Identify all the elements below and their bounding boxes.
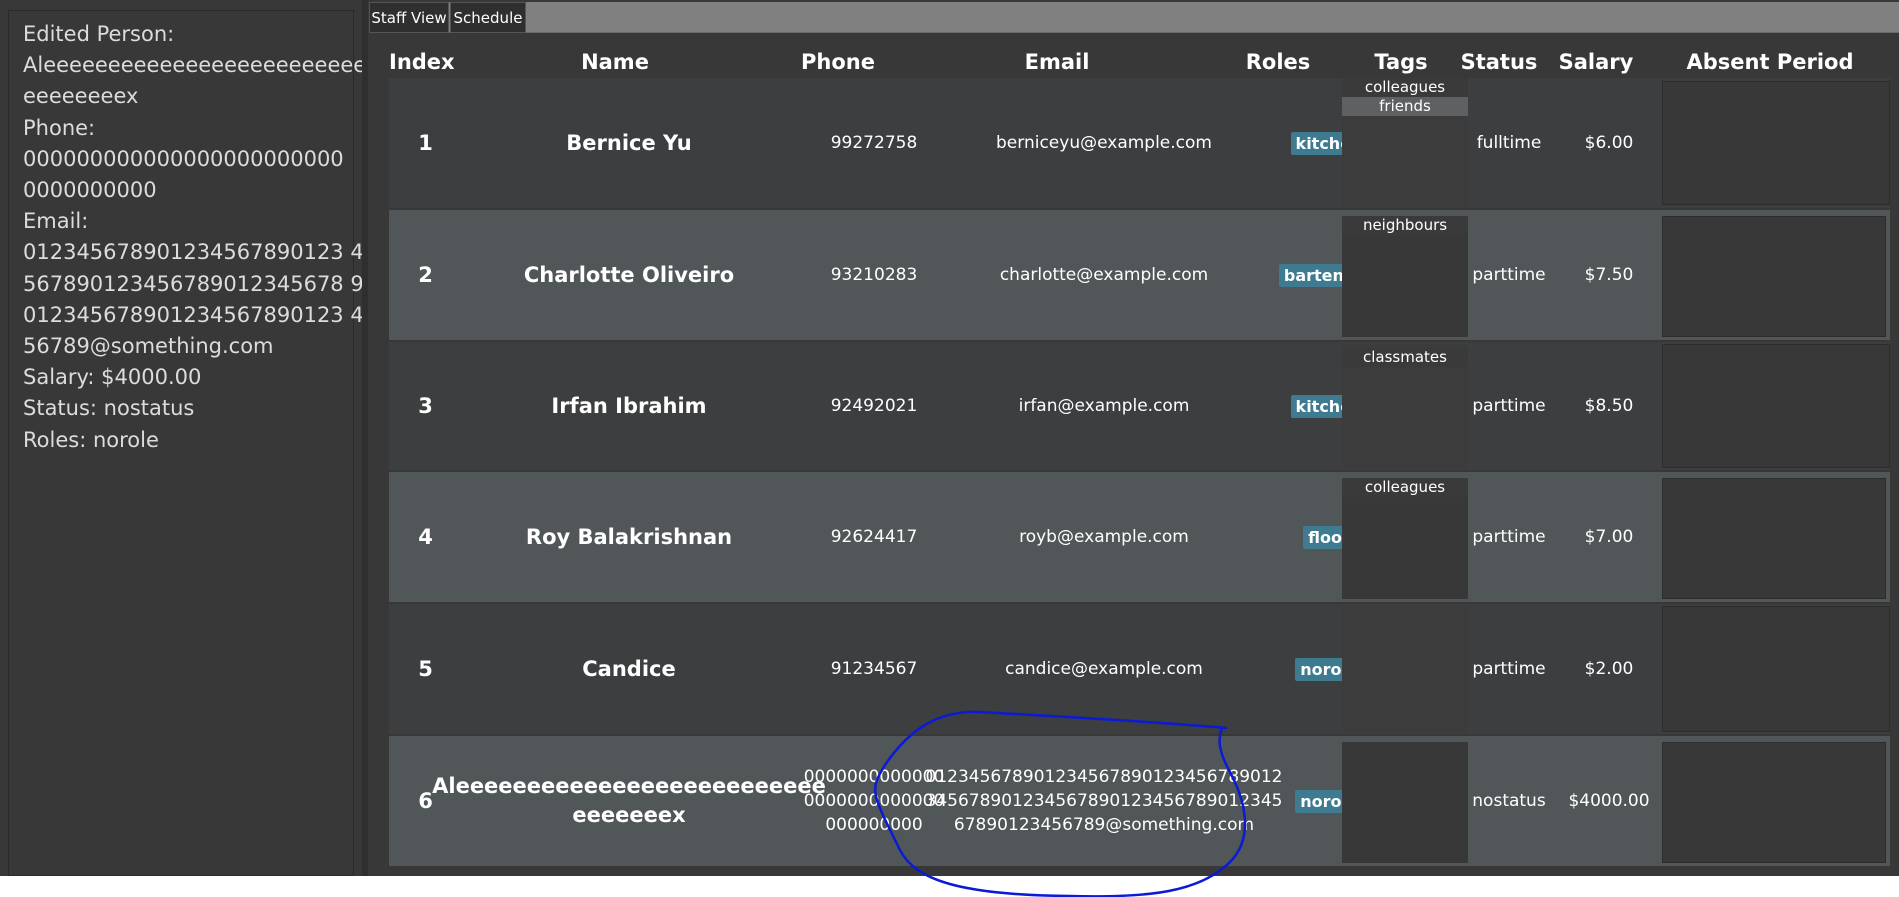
tag-label: classmates xyxy=(1342,348,1468,367)
tag-label: colleagues xyxy=(1342,478,1468,497)
name-line: Irfan Ibrahim xyxy=(551,393,707,418)
row-email: berniceyu@example.com xyxy=(939,78,1269,208)
panel-line: 012345678901234567890123 4 xyxy=(23,240,364,265)
row-email: candice@example.com xyxy=(939,604,1269,734)
tags-list: colleagues xyxy=(1342,478,1468,497)
table-row[interactable]: 3 Irfan Ibrahim 92492021 irfan@example.c… xyxy=(389,342,1890,470)
column-header-tags: Tags xyxy=(1374,50,1428,74)
table-row[interactable]: 6 Aleeeeeeeeeeeeeeeeeeeeeeeeee eeeeeeex … xyxy=(389,736,1890,866)
column-header-absent-period: Absent Period xyxy=(1686,50,1854,74)
phone-line: 0000000000000 xyxy=(803,767,945,787)
panel-line: 012345678901234567890123 4 xyxy=(23,302,364,327)
row-status: fulltime xyxy=(1476,133,1542,153)
panel-line: Email: xyxy=(23,209,89,234)
row-salary: $4000.00 xyxy=(1568,791,1650,811)
row-name: Aleeeeeeeeeeeeeeeeeeeeeeeeee eeeeeeex xyxy=(432,736,826,866)
panel-line: Aleeeeeeeeeeeeeeeeeeeeeeeee xyxy=(23,53,367,78)
panel-line: Salary: $4000.00 xyxy=(23,365,202,390)
email-line: royb@example.com xyxy=(1019,527,1189,547)
phone-line: 93210283 xyxy=(830,265,918,285)
column-header-name: Name xyxy=(581,50,649,74)
name-line: Charlotte Oliveiro xyxy=(523,262,735,287)
column-header-salary: Salary xyxy=(1558,50,1634,74)
tags-box xyxy=(1342,742,1468,863)
column-header-email: Email xyxy=(1024,50,1090,74)
tab-staff-view[interactable]: Staff View xyxy=(369,2,449,33)
tags-list: colleagues friends xyxy=(1342,78,1468,116)
column-header-status: Status xyxy=(1460,50,1538,74)
row-salary: $8.50 xyxy=(1584,396,1634,416)
phone-line: 0000000000000 xyxy=(803,791,945,811)
tags-box xyxy=(1342,105,1468,208)
tags-list: neighbours xyxy=(1342,216,1468,235)
absent-period-box xyxy=(1662,216,1886,337)
column-header-roles: Roles xyxy=(1245,50,1311,74)
email-line: candice@example.com xyxy=(1005,659,1203,679)
row-name: Charlotte Oliveiro xyxy=(449,210,809,340)
name-line: Candice xyxy=(582,656,676,681)
row-email: royb@example.com xyxy=(939,472,1269,602)
panel-line: Phone: xyxy=(23,115,96,140)
row-name: Irfan Ibrahim xyxy=(449,342,809,470)
row-status: parttime xyxy=(1472,659,1546,679)
absent-period-box xyxy=(1662,344,1890,468)
row-status: parttime xyxy=(1472,265,1546,285)
panel-line: 000000000000000000000000 xyxy=(23,146,344,171)
row-status: parttime xyxy=(1472,527,1546,547)
row-email: charlotte@example.com xyxy=(939,210,1269,340)
name-line: Aleeeeeeeeeeeeeeeeeeeeeeeeee xyxy=(432,774,826,798)
absent-period-box xyxy=(1662,478,1886,599)
tag-label: friends xyxy=(1342,97,1468,116)
phone-line: 000000000 xyxy=(825,815,923,835)
tags-box xyxy=(1342,606,1468,732)
split-pane-divider[interactable] xyxy=(362,0,368,876)
app-window: Edited Person: Aleeeeeeeeeeeeeeeeeeeeeee… xyxy=(0,0,1899,876)
row-email: irfan@example.com xyxy=(939,342,1269,470)
table-row[interactable]: 5 Candice 91234567 candice@example.com n… xyxy=(389,604,1890,734)
email-line: charlotte@example.com xyxy=(999,265,1209,285)
name-line: eeeeeeex xyxy=(572,803,686,827)
row-salary: $7.50 xyxy=(1584,265,1634,285)
row-salary: $2.00 xyxy=(1584,659,1634,679)
row-name: Bernice Yu xyxy=(449,78,809,208)
panel-line: 0000000000 xyxy=(23,178,157,203)
row-email: 012345678901234567890123456789012 345678… xyxy=(926,736,1283,866)
column-header-index: Index xyxy=(389,50,455,74)
email-line: irfan@example.com xyxy=(1018,396,1190,416)
panel-line: Edited Person: xyxy=(23,22,175,46)
column-header-phone: Phone xyxy=(801,50,875,74)
table-row[interactable]: 4 Roy Balakrishnan 92624417 royb@example… xyxy=(389,472,1890,602)
table-row[interactable]: 1 Bernice Yu 99272758 berniceyu@example.… xyxy=(389,78,1890,208)
phone-line: 91234567 xyxy=(830,659,918,679)
absent-period-box xyxy=(1662,81,1890,205)
edited-person-panel: Edited Person: Aleeeeeeeeeeeeeeeeeeeeeee… xyxy=(8,10,367,876)
phone-line: 99272758 xyxy=(830,133,918,153)
tab-schedule[interactable]: Schedule xyxy=(450,2,526,33)
row-status: nostatus xyxy=(1472,791,1546,811)
table-row[interactable]: 2 Charlotte Oliveiro 93210283 charlotte@… xyxy=(389,210,1890,340)
panel-line: Roles: norole xyxy=(23,427,159,452)
row-salary: $6.00 xyxy=(1584,133,1634,153)
phone-line: 92492021 xyxy=(830,396,918,416)
phone-line: 92624417 xyxy=(830,527,918,547)
tab-bar: Staff View Schedule xyxy=(369,2,1899,33)
panel-line: Status: nostatus xyxy=(23,396,195,421)
panel-line: 567890123456789012345678 9 xyxy=(23,271,364,296)
absent-period-box xyxy=(1662,742,1886,863)
panel-line: 56789@something.com xyxy=(23,334,274,359)
name-line: Bernice Yu xyxy=(566,130,692,155)
tags-list: classmates xyxy=(1342,348,1468,367)
tag-label: colleagues xyxy=(1342,78,1468,97)
row-salary: $7.00 xyxy=(1584,527,1634,547)
row-name: Candice xyxy=(449,604,809,734)
panel-line: eeeeeeeex xyxy=(23,84,139,109)
tag-label: neighbours xyxy=(1342,216,1468,235)
email-line: berniceyu@example.com xyxy=(996,133,1212,153)
name-line: Roy Balakrishnan xyxy=(525,524,733,549)
absent-period-box xyxy=(1662,606,1890,732)
row-status: parttime xyxy=(1472,396,1546,416)
row-name: Roy Balakrishnan xyxy=(449,472,809,602)
